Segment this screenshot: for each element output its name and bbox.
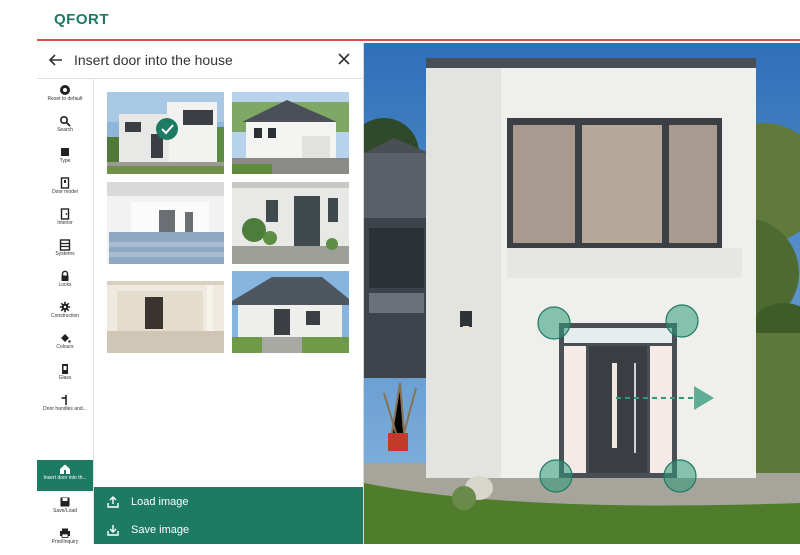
rail-label: Locks — [58, 282, 72, 288]
house-photo — [232, 271, 349, 353]
thumbnail-modern-white-house[interactable] — [107, 92, 224, 174]
rail-item-type[interactable]: Type — [37, 143, 93, 174]
qfort-logo: QFORT — [54, 11, 109, 28]
rail-label: Reset to default — [47, 96, 83, 102]
rail-item-door-model[interactable]: Door model — [37, 174, 93, 205]
rail-item-save-load[interactable]: Save/Load — [37, 493, 93, 524]
rail-item-colours[interactable]: Colours — [37, 329, 93, 360]
house-preview-canvas — [364, 43, 800, 544]
rail-label: Print/Inquiry — [51, 539, 79, 545]
rail-item-glass[interactable]: Glass — [37, 360, 93, 391]
thumbnail-bungalow-grey-roof[interactable] — [232, 271, 349, 353]
glass-icon — [62, 364, 68, 374]
rail-label: Door model — [52, 189, 78, 195]
print-icon — [60, 528, 70, 538]
side-panel: Insert door into the house Reset to defa… — [37, 43, 364, 545]
handle-icon — [61, 395, 67, 405]
search-icon — [59, 115, 71, 127]
rail-item-interior[interactable]: Interior — [37, 205, 93, 236]
rail-item-door-handles[interactable]: Door handles and... — [37, 391, 93, 422]
rail-item-locks[interactable]: Locks — [37, 267, 93, 298]
house-photo — [107, 182, 224, 264]
systems-icon — [59, 239, 71, 251]
brand-header: QFORT — [37, 0, 800, 41]
house-photo — [232, 182, 349, 264]
rail-label: Interior — [57, 220, 73, 226]
rail-label: Save/Load — [53, 508, 77, 514]
image-actions: Load image Save image — [94, 487, 363, 544]
rail-label: Glass — [58, 375, 72, 381]
square-icon — [61, 148, 69, 156]
rail-label: Door handles and... — [43, 406, 87, 412]
house-photo — [107, 271, 224, 353]
rail-item-insert-door[interactable]: Insert door into th... — [37, 460, 93, 491]
close-icon[interactable] — [337, 52, 351, 66]
rail-item-print-inquiry[interactable]: Print/Inquiry — [37, 524, 93, 555]
lock-icon — [61, 270, 69, 281]
rail-item-search[interactable]: Search — [37, 112, 93, 143]
panel-title: Insert door into the house — [74, 52, 233, 68]
rail-label: Colours — [56, 344, 74, 350]
load-image-button[interactable]: Load image — [94, 489, 363, 517]
thumbnail-white-porch-entrance[interactable] — [107, 182, 224, 264]
rail-label: Systems — [55, 251, 75, 257]
panel-header: Insert door into the house — [37, 43, 363, 79]
upload-icon — [107, 496, 119, 508]
thumbnail-covered-carport-entrance[interactable] — [107, 271, 224, 353]
reset-icon — [60, 85, 70, 95]
save-image-button[interactable]: Save image — [94, 517, 363, 545]
rail-item-reset[interactable]: Reset to default — [37, 81, 93, 112]
rail-label: Search — [57, 127, 73, 133]
door-icon — [60, 177, 70, 189]
thumbnail-white-gable-house[interactable] — [232, 92, 349, 174]
load-image-label: Load image — [131, 496, 189, 508]
download-icon — [107, 525, 119, 536]
save-icon — [60, 497, 70, 507]
paint-bucket-icon — [61, 334, 71, 343]
house-photo — [107, 92, 224, 174]
rail-label: Insert door into th... — [43, 475, 87, 481]
arrow-left-icon[interactable] — [47, 51, 65, 69]
house-photo — [232, 92, 349, 174]
house-icon — [60, 464, 70, 474]
tool-rail: Reset to default Search Type Door model … — [37, 79, 94, 545]
save-image-label: Save image — [131, 524, 190, 536]
interior-icon — [60, 208, 70, 220]
gear-icon — [59, 301, 71, 313]
thumbnail-entrance-with-plants[interactable] — [232, 182, 349, 264]
house-preview — [364, 43, 800, 544]
rail-label: Construction — [50, 313, 80, 319]
rail-item-construction[interactable]: Construction — [37, 298, 93, 329]
rail-label: Type — [59, 158, 71, 164]
rail-item-systems[interactable]: Systems — [37, 236, 93, 267]
